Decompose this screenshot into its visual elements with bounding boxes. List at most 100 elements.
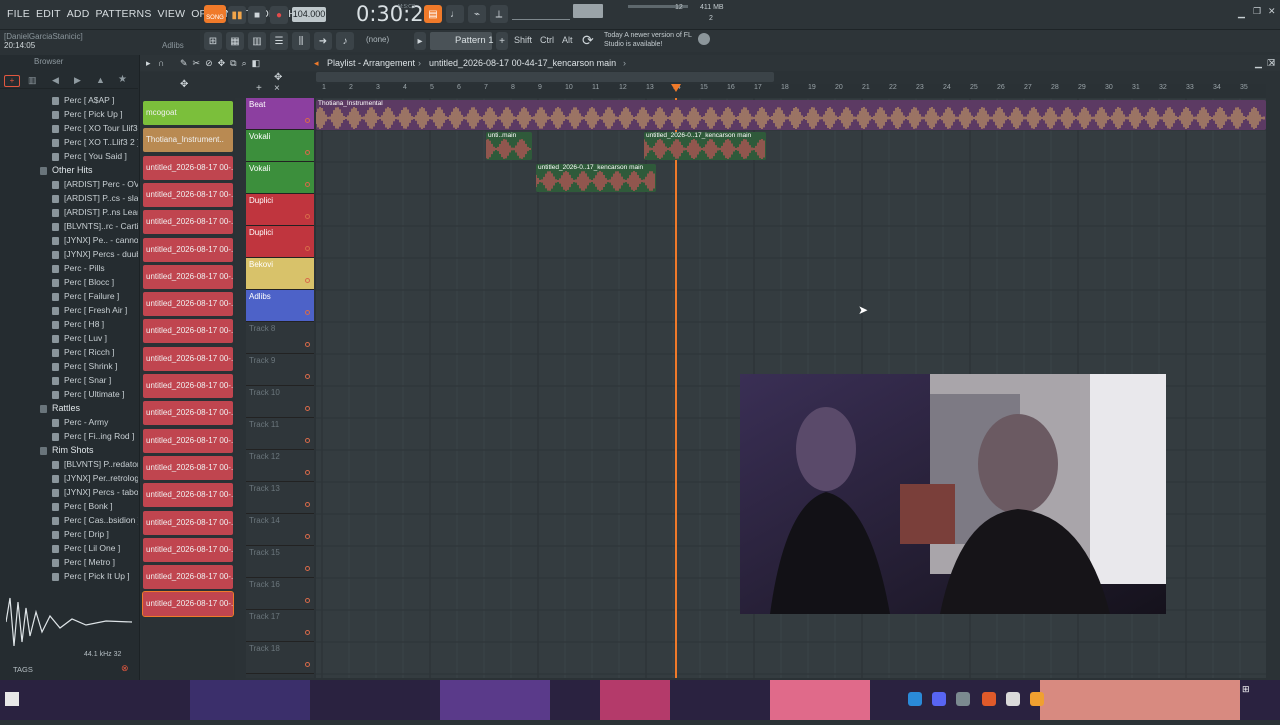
browser-icon[interactable]: ☰ xyxy=(270,32,288,50)
menu-patterns[interactable]: PATTERNS xyxy=(92,0,154,28)
audio-clip[interactable]: untitled_2026-0..17_kencarson main xyxy=(536,164,656,192)
brave-icon[interactable] xyxy=(982,692,996,706)
browser-item[interactable]: [JYNX] Pe.. - cannon xyxy=(0,235,138,249)
browser-item[interactable]: Perc [ XO Tour Llif3 ] xyxy=(0,123,138,137)
track-mute-icon[interactable] xyxy=(305,246,310,251)
browser-star-icon[interactable]: ★ xyxy=(118,74,127,85)
playlist-menu-icon[interactable]: ◂ xyxy=(314,55,319,71)
menu-view[interactable]: VIEW xyxy=(155,0,189,28)
browser-item[interactable]: Perc [ Fi..ing Rod ] xyxy=(0,431,138,445)
discord-icon[interactable] xyxy=(932,692,946,706)
close-icon[interactable]: ✕ xyxy=(1268,6,1276,17)
track-mute-icon[interactable] xyxy=(305,502,310,507)
playlist-close-icon[interactable]: ✕ xyxy=(1268,55,1276,71)
track-mute-icon[interactable] xyxy=(305,598,310,603)
metronome-icon[interactable]: ♩ xyxy=(446,5,464,23)
channel-rack-icon[interactable]: ▦ xyxy=(226,32,244,50)
scroll-bar[interactable] xyxy=(316,72,774,82)
browser-item[interactable]: Perc [ Pick It Up ] xyxy=(0,571,138,585)
browser-item[interactable]: Perc [ You Said ] xyxy=(0,151,138,165)
track-mute-icon[interactable] xyxy=(305,438,310,443)
record-icon[interactable]: ● xyxy=(270,6,288,24)
browser-folder[interactable]: Rattles xyxy=(0,403,138,417)
restore-icon[interactable]: ❐ xyxy=(1253,6,1261,17)
edge-icon[interactable] xyxy=(908,692,922,706)
master-volume[interactable] xyxy=(573,4,603,18)
news-knob-icon[interactable] xyxy=(698,33,710,45)
mixer-icon[interactable]: ⊞ xyxy=(204,32,222,50)
track-header[interactable]: Track 10 xyxy=(246,386,314,418)
browser-item[interactable]: [BLVNTS]..rc - Carti xyxy=(0,221,138,235)
track-header[interactable]: Track 16 xyxy=(246,578,314,610)
track-mute-icon[interactable] xyxy=(305,278,310,283)
track-mute-icon[interactable] xyxy=(305,182,310,187)
track-mute-icon[interactable] xyxy=(305,470,310,475)
browser-item[interactable]: [ARDIST] P..ns Lean xyxy=(0,207,138,221)
picker-pattern[interactable]: untitled_2026-08-17 00-.. xyxy=(143,237,233,262)
track-header[interactable]: Track 9 xyxy=(246,354,314,386)
track-header[interactable]: Track 12 xyxy=(246,450,314,482)
start-icon[interactable] xyxy=(5,692,19,706)
picker-pattern[interactable]: untitled_2026-08-17 00-.. xyxy=(143,510,233,535)
picker-pattern[interactable]: untitled_2026-08-17 00-.. xyxy=(143,401,233,426)
app-icon[interactable] xyxy=(1030,692,1044,706)
track-header[interactable]: Track 13 xyxy=(246,482,314,514)
track-header[interactable]: Adlibs xyxy=(246,290,314,322)
play-icon[interactable]: ▮▮ xyxy=(228,6,246,24)
arrow-right-icon[interactable]: ▸ xyxy=(414,32,426,50)
tags-search-icon[interactable]: ⊗ xyxy=(121,663,129,674)
mic-icon[interactable]: ♪ xyxy=(336,32,354,50)
picker-pattern[interactable]: untitled_2026-08-17 00-.. xyxy=(143,319,233,344)
audio-clip[interactable]: Thotiana_Instrumental xyxy=(316,100,1266,130)
track-header[interactable]: Duplici xyxy=(246,194,314,226)
browser-item[interactable]: Perc [ Bonk ] xyxy=(0,501,138,515)
picker-pattern[interactable]: untitled_2026-08-17 00-.. xyxy=(143,455,233,480)
browser-item[interactable]: Perc [ Lil One ] xyxy=(0,543,138,557)
picker-pattern[interactable]: mcogoat xyxy=(143,101,233,125)
alt-key[interactable]: Alt xyxy=(562,35,573,45)
picker-pattern[interactable]: untitled_2026-08-17 00-.. xyxy=(143,264,233,289)
track-mute-icon[interactable] xyxy=(305,630,310,635)
browser-item[interactable]: Perc [ Metro ] xyxy=(0,557,138,571)
playlist-minimize-icon[interactable]: ▁ xyxy=(1255,55,1262,71)
remove-track-icon[interactable]: × xyxy=(274,83,280,94)
browser-item[interactable]: Perc - Pills xyxy=(0,263,138,277)
minimize-icon[interactable]: ▁ xyxy=(1238,8,1245,19)
play-pattern-icon[interactable]: ▸ xyxy=(146,55,151,71)
picker-pattern[interactable]: untitled_2026-08-17 00-.. xyxy=(143,182,233,207)
track-mute-icon[interactable] xyxy=(305,566,310,571)
menu-edit[interactable]: EDIT xyxy=(33,0,64,28)
track-mute-icon[interactable] xyxy=(305,406,310,411)
update-icon[interactable]: ⟳ xyxy=(582,32,594,49)
browser-item[interactable]: Perc [ Snar ] xyxy=(0,375,138,389)
picker-pattern[interactable]: Thotiana_Instrument.. xyxy=(143,128,233,153)
link-icon[interactable]: ✥ xyxy=(274,72,282,83)
picker-pattern[interactable]: untitled_2026-08-17 00-.. xyxy=(143,292,233,317)
stop-icon[interactable]: ■ xyxy=(248,6,266,24)
playlist-icon[interactable]: ⫼ xyxy=(292,32,310,50)
browser-right-icon[interactable]: ▶ xyxy=(74,75,81,86)
browser-item[interactable]: [JYNX] Percs - taboo xyxy=(0,487,138,501)
song-mode-toggle[interactable]: SONG xyxy=(204,5,226,23)
browser-item[interactable]: Perc [ A$AP ] xyxy=(0,95,138,109)
fl-studio-taskbar-icon[interactable] xyxy=(956,692,970,706)
menu-add[interactable]: ADD xyxy=(64,0,93,28)
track-mute-icon[interactable] xyxy=(305,118,310,123)
tags-label[interactable]: TAGS xyxy=(13,665,33,674)
audio-clip[interactable]: untitled_2026-0..17_kencarson main xyxy=(644,132,766,160)
track-mute-icon[interactable] xyxy=(305,342,310,347)
piano-roll-icon[interactable]: ▥ xyxy=(248,32,266,50)
picker-pattern[interactable]: untitled_2026-08-17 00-.. xyxy=(143,155,233,180)
browser-item[interactable]: Perc [ Pick Up ] xyxy=(0,109,138,123)
browser-item[interactable]: Perc [ Failure ] xyxy=(0,291,138,305)
browser-item[interactable]: Perc [ H8 ] xyxy=(0,319,138,333)
track-mute-icon[interactable] xyxy=(305,534,310,539)
browser-left-icon[interactable]: ◀ xyxy=(52,75,59,86)
timeline-ruler[interactable]: 1 2 3 4 5 6 7 8 9 10 11 12 13 14 15 16 17 18 19 20 21 22 23 24 2… xyxy=(316,84,1266,98)
track-header[interactable]: Vokali xyxy=(246,130,314,162)
wait-icon[interactable]: ⌁ xyxy=(468,5,486,23)
picker-pattern[interactable]: untitled_2026-08-17 00-.. xyxy=(143,483,233,508)
news-panel[interactable]: Today A newer version of FL Studio is av… xyxy=(604,31,696,49)
audio-clip[interactable]: unti..main xyxy=(486,132,532,160)
picker-pattern[interactable]: untitled_2026-08-17 00-.. xyxy=(143,428,233,453)
